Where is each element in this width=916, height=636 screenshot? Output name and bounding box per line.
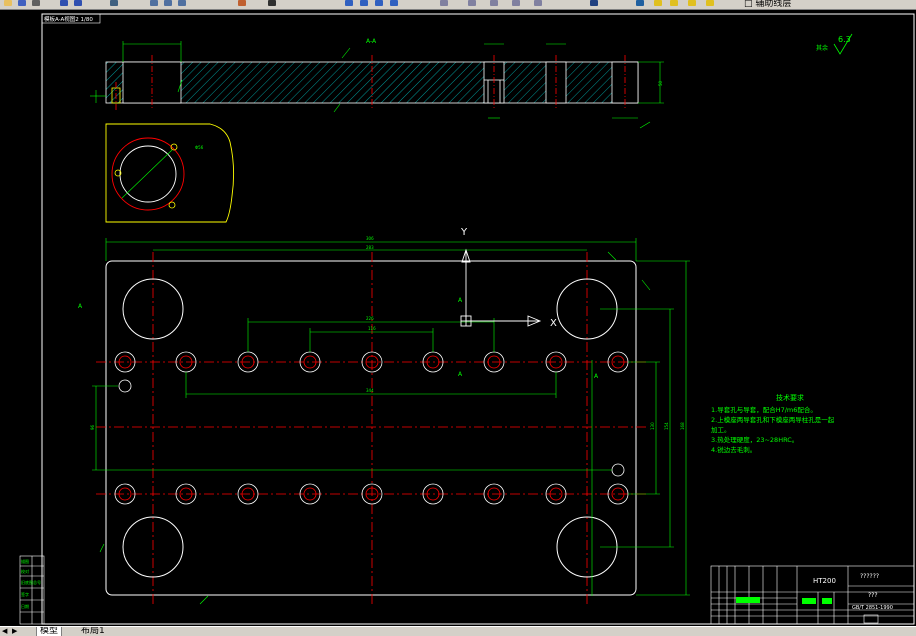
technical-line-4: 3.热处理硬度，23~28HRC。 bbox=[711, 435, 798, 444]
dim-left-height: 96 bbox=[90, 424, 95, 430]
section-view[interactable]: A-A 50 bbox=[90, 38, 664, 129]
plan-outline bbox=[105, 260, 637, 596]
zoom-out-icon[interactable] bbox=[375, 0, 383, 6]
detail-view[interactable]: Φ56 bbox=[105, 123, 235, 223]
redo-icon[interactable] bbox=[74, 0, 82, 6]
section-mark-upper: A bbox=[458, 297, 463, 304]
properties-palette-icon[interactable] bbox=[512, 0, 520, 6]
zoom-realtime-icon[interactable] bbox=[150, 0, 158, 6]
title-block[interactable]: HT200 ?????? ??? GB/T 2851-1990 bbox=[710, 565, 915, 625]
guide-holes bbox=[122, 278, 618, 578]
dim-hole-span: 283 bbox=[366, 245, 374, 250]
title-part-name: ??? bbox=[868, 592, 878, 599]
section-mark-lower: A bbox=[458, 371, 463, 378]
text-style-icon[interactable] bbox=[440, 0, 448, 6]
technical-line-5: 4.锐边去毛刺。 bbox=[711, 445, 756, 454]
dim-diameter: Φ56 bbox=[195, 145, 204, 150]
axis-y-label: Y bbox=[460, 227, 468, 238]
zoom-previous-icon[interactable] bbox=[178, 0, 186, 6]
strip-label-4: 签字 bbox=[21, 591, 29, 597]
dim-overall-width: 306 bbox=[366, 236, 374, 241]
design-center-icon[interactable] bbox=[534, 0, 542, 6]
section-mark-left: A bbox=[78, 303, 83, 310]
dim-inner-span-2: 116 bbox=[368, 326, 376, 331]
bolt-holes bbox=[114, 351, 629, 505]
plan-view[interactable]: 306 283 226 116 344 168 154 130 96 A A A… bbox=[78, 227, 690, 605]
dim-vertical-1: 168 bbox=[680, 422, 685, 430]
layer-freeze-icon[interactable] bbox=[688, 0, 696, 6]
table-icon[interactable] bbox=[490, 0, 498, 6]
dim-vertical-3: 130 bbox=[650, 422, 655, 430]
dim-inner-span-1: 226 bbox=[366, 316, 374, 321]
left-strip bbox=[19, 555, 45, 625]
layer-off-icon[interactable] bbox=[670, 0, 678, 6]
technical-title: 技术要求 bbox=[776, 393, 804, 402]
pan-icon[interactable] bbox=[110, 0, 118, 6]
surface-finish-note: 其余 bbox=[816, 44, 828, 52]
undo-icon[interactable] bbox=[60, 0, 68, 6]
strip-label-5: 日期 bbox=[21, 603, 29, 609]
title-standard: GB/T 2851-1990 bbox=[852, 605, 893, 611]
toolbar: □ 辅助线层 bbox=[0, 0, 916, 10]
left-strip-labels: 描图 校对 旧底图总号 签字 日期 bbox=[21, 558, 41, 609]
drawing-canvas[interactable]: 模板A-A视图2 1/80 描图 校对 旧底图总号 签字 日期 A-A 50 Φ… bbox=[0, 10, 916, 626]
strip-label-1: 描图 bbox=[21, 558, 29, 564]
axis-x-label: X bbox=[550, 318, 557, 329]
tab-nav-first-icon[interactable]: ◀ bbox=[2, 628, 7, 635]
open-icon[interactable] bbox=[4, 0, 12, 6]
strip-label-3: 旧底图总号 bbox=[21, 579, 41, 585]
tab-nav-last-icon[interactable]: ▶ bbox=[12, 628, 17, 635]
layer-lock-icon[interactable] bbox=[706, 0, 714, 6]
layer-dropdown[interactable]: □ 辅助线层 bbox=[744, 0, 791, 9]
save-icon[interactable] bbox=[18, 0, 26, 6]
detail-outer-circle bbox=[111, 137, 185, 211]
technical-line-3: 加工。 bbox=[711, 425, 731, 434]
layer-state-icon[interactable] bbox=[654, 0, 662, 6]
drawing-frame bbox=[41, 13, 915, 625]
scale-note: 模板A-A视图2 1/80 bbox=[44, 15, 93, 23]
zoom-extents-icon[interactable] bbox=[390, 0, 398, 6]
pan-hand-icon[interactable] bbox=[345, 0, 353, 6]
tool-palette-icon[interactable] bbox=[590, 0, 598, 6]
zoom-in-icon[interactable] bbox=[360, 0, 368, 6]
technical-requirements: 技术要求 1.导套孔与导套，配合H7/m6配合。 2.上模座两导套孔和下模座两导… bbox=[711, 393, 835, 454]
dim-thickness: 50 bbox=[658, 80, 663, 86]
technical-line-1: 1.导套孔与导套，配合H7/m6配合。 bbox=[711, 405, 817, 414]
layer-icon[interactable] bbox=[268, 0, 276, 6]
title-part-code: ?????? bbox=[860, 573, 879, 580]
dim-bottom-span: 344 bbox=[366, 388, 374, 393]
dim-vertical-2: 154 bbox=[664, 422, 669, 430]
dim-style-icon[interactable] bbox=[468, 0, 476, 6]
surface-finish: 6.3 其余 bbox=[816, 33, 853, 55]
section-label: A-A bbox=[366, 38, 377, 45]
properties-icon[interactable] bbox=[238, 0, 246, 6]
drawing-svg[interactable]: 模板A-A视图2 1/80 描图 校对 旧底图总号 签字 日期 A-A 50 Φ… bbox=[0, 10, 916, 626]
zoom-window-icon[interactable] bbox=[164, 0, 172, 6]
section-mark-right: A bbox=[594, 373, 599, 380]
strip-label-2: 校对 bbox=[21, 568, 29, 574]
technical-line-2: 2.上模座两导套孔和下模座两导柱孔是一起 bbox=[711, 415, 835, 424]
layer-manager-icon[interactable] bbox=[636, 0, 644, 6]
title-material: HT200 bbox=[813, 577, 836, 585]
print-icon[interactable] bbox=[32, 0, 40, 6]
